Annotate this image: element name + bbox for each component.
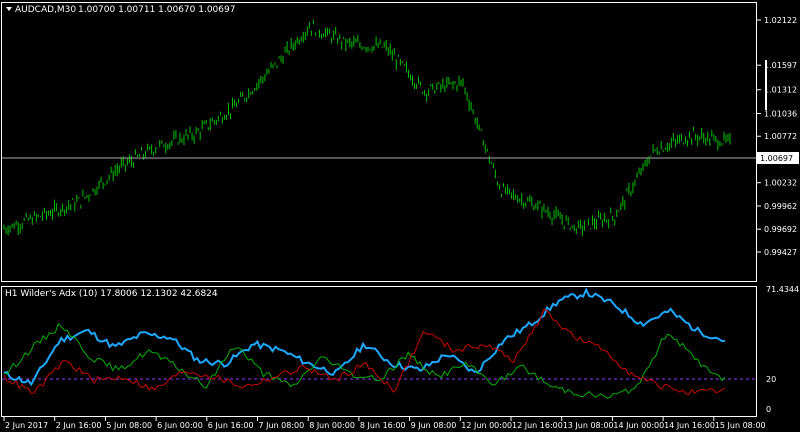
indicator-tick-max: 71.4344 (766, 285, 799, 294)
time-tick-label: 2 Jun 16:00 (56, 421, 102, 430)
time-tick-label: 14 Jun 16:00 (664, 421, 715, 430)
indicator-tick-0: 0 (766, 405, 771, 414)
time-tick-label: 6 Jun 00:00 (157, 421, 203, 430)
time-tick-label: 8 Jun 00:00 (309, 421, 355, 430)
symbol-label: AUDCAD,M30 (15, 5, 76, 15)
price-tick-label: 0.99962 (764, 202, 797, 211)
time-tick-label: 6 Jun 16:00 (208, 421, 254, 430)
time-tick-label: 5 Jun 08:00 (106, 421, 152, 430)
price-tick-label: 1.00772 (764, 132, 797, 141)
price-tick-label: 1.02122 (764, 16, 797, 25)
ohlc-label: 1.00700 1.00711 1.00670 1.00697 (78, 5, 235, 15)
time-tick-label: 15 Jun 08:00 (715, 421, 766, 430)
price-tick-label: 1.01036 (764, 109, 797, 118)
time-tick-label: 2 Jun 2017 (5, 421, 48, 430)
time-tick-label: 12 Jun 00:00 (461, 421, 512, 430)
price-tick-label: 1.00232 (764, 179, 797, 188)
chart-canvas: AUDCAD,M30 1.00700 1.00711 1.00670 1.006… (0, 0, 800, 432)
price-tick-label: 0.99692 (764, 225, 797, 234)
price-tick-label: 1.01312 (764, 86, 797, 95)
price-tick-label: 0.99427 (764, 248, 797, 257)
price-tick-label: 1.01597 (764, 61, 797, 70)
current-price-label: 1.00697 (760, 154, 793, 163)
time-tick-label: 8 Jun 16:00 (360, 421, 406, 430)
indicator-label: H1 Wilder's Adx (10) 17.8006 12.1302 42.… (5, 289, 218, 299)
time-tick-label: 14 Jun 00:00 (613, 421, 664, 430)
time-tick-label: 7 Jun 08:00 (259, 421, 305, 430)
time-tick-label: 12 Jun 16:00 (512, 421, 563, 430)
indicator-tick-20: 20 (766, 375, 776, 384)
time-tick-label: 9 Jun 08:00 (411, 421, 457, 430)
time-tick-label: 13 Jun 08:00 (563, 421, 614, 430)
